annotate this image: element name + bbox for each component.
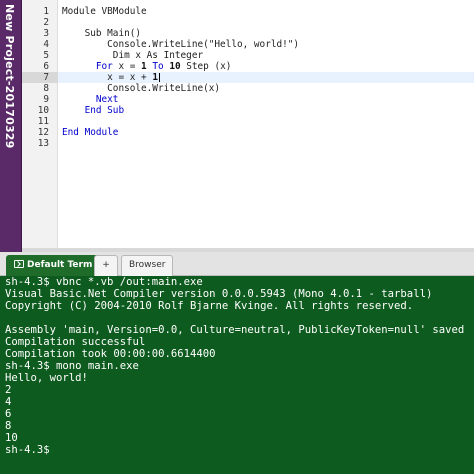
add-tab-label: + <box>102 260 110 270</box>
line-number: 6 <box>43 61 49 72</box>
tab-browser-label: Browser <box>129 260 166 270</box>
code-text: End Module <box>62 127 118 138</box>
tab-browser[interactable]: Browser <box>121 255 174 276</box>
code-token: Module VBModule <box>62 6 147 17</box>
code-number: 1 <box>152 72 158 83</box>
code-line[interactable]: 1 Module VBModule <box>22 6 474 17</box>
line-number: 1 <box>43 6 49 17</box>
terminal-line: Visual Basic.Net Compiler version 0.0.0.… <box>5 288 433 300</box>
code-line[interactable]: 3 Sub Main() <box>22 28 474 39</box>
terminal-line: 10 <box>5 432 18 444</box>
line-number: 3 <box>43 28 49 39</box>
code-text: Dim x As Integer <box>62 50 203 61</box>
code-keyword: To <box>152 61 164 72</box>
code-text: Next <box>62 94 119 105</box>
code-line[interactable]: 13 <box>22 138 474 149</box>
code-token: Step (x) <box>180 61 232 72</box>
terminal-line: Compilation took 00:00:00.6614400 <box>5 348 216 360</box>
line-number: 10 <box>37 105 49 116</box>
code-editor[interactable]: 1 Module VBModule 2 3 Sub Main() 4 Console.W… <box>22 0 474 248</box>
code-line[interactable]: 2 <box>22 17 474 28</box>
code-token: Console.WriteLine(x) <box>62 83 221 94</box>
code-token: Console.WriteLine("Hello, world!") <box>62 39 300 50</box>
terminal-tab-bar: Default Term + Browser <box>0 252 474 276</box>
tab-default-term[interactable]: Default Term <box>6 255 101 276</box>
code-line[interactable]: 6 For x = 1 To 10 Step (x) <box>22 61 474 72</box>
terminal-line: Compilation successful <box>5 336 146 348</box>
terminal-line: 8 <box>5 420 12 432</box>
code-line[interactable]: 7 x = x + 1 <box>22 72 474 83</box>
code-text: End Sub <box>62 105 125 116</box>
line-number: 4 <box>43 39 49 50</box>
code-text: Console.WriteLine("Hello, world!") <box>62 39 299 50</box>
code-token: Dim x As Integer <box>62 50 204 61</box>
line-number: 9 <box>43 94 49 105</box>
code-line[interactable]: 10 End Sub <box>22 105 474 116</box>
code-line[interactable]: 4 Console.WriteLine("Hello, world!") <box>22 39 474 50</box>
code-line[interactable]: 9 Next <box>22 94 474 105</box>
line-number: 12 <box>37 127 49 138</box>
code-token: x = x + <box>62 72 153 83</box>
code-number: 10 <box>169 61 181 72</box>
terminal-line: Hello, world! <box>5 372 88 384</box>
code-line[interactable]: 8 Console.WriteLine(x) <box>22 83 474 94</box>
line-number: 13 <box>37 138 49 149</box>
terminal-line: Assembly 'main, Version=0.0, Culture=neu… <box>5 324 465 336</box>
line-number: 5 <box>43 50 49 61</box>
terminal-line: Copyright (C) 2004-2010 Rolf Bjarne Kvin… <box>5 300 414 312</box>
project-sidebar[interactable]: New Project-20170329 <box>0 0 22 252</box>
tab-default-term-label: Default Term <box>27 260 93 270</box>
code-line[interactable]: 11 <box>22 116 474 127</box>
terminal-line: sh-4.3$ vbnc *.vb /out:main.exe <box>5 276 203 288</box>
code-line[interactable]: 12 End Module <box>22 127 474 138</box>
terminal-line: sh-4.3$ mono main.exe <box>5 360 139 372</box>
code-token: Sub Main() <box>62 28 142 39</box>
terminal-line: 6 <box>5 408 12 420</box>
code-keyword: For <box>95 61 113 72</box>
code-text: For x = 1 To 10 Step (x) <box>62 61 232 72</box>
line-number: 7 <box>22 72 58 83</box>
code-text: x = x + 1 <box>62 72 158 83</box>
code-line[interactable]: 5 Dim x As Integer <box>22 50 474 61</box>
code-text: Sub Main() <box>62 28 141 39</box>
terminal-line: 2 <box>5 384 12 396</box>
code-text: Console.WriteLine(x) <box>62 83 220 94</box>
code-text: Module VBModule <box>62 6 147 17</box>
code-keyword: End Sub <box>84 105 125 116</box>
code-keyword: Next <box>95 94 119 105</box>
terminal-output[interactable]: sh-4.3$ vbnc *.vb /out:main.exe Visual Ba… <box>0 276 474 474</box>
line-number: 8 <box>43 83 49 94</box>
line-number: 11 <box>37 116 49 127</box>
code-keyword: End Module <box>62 127 119 138</box>
text-cursor <box>158 73 160 82</box>
project-title: New Project-20170329 <box>3 4 16 149</box>
terminal-line: sh-4.3$ <box>5 444 50 456</box>
terminal-line: 4 <box>5 396 12 408</box>
code-token: x = <box>112 61 142 72</box>
line-number: 2 <box>43 17 49 28</box>
add-tab-button[interactable]: + <box>94 255 118 276</box>
terminal-icon <box>14 260 24 268</box>
